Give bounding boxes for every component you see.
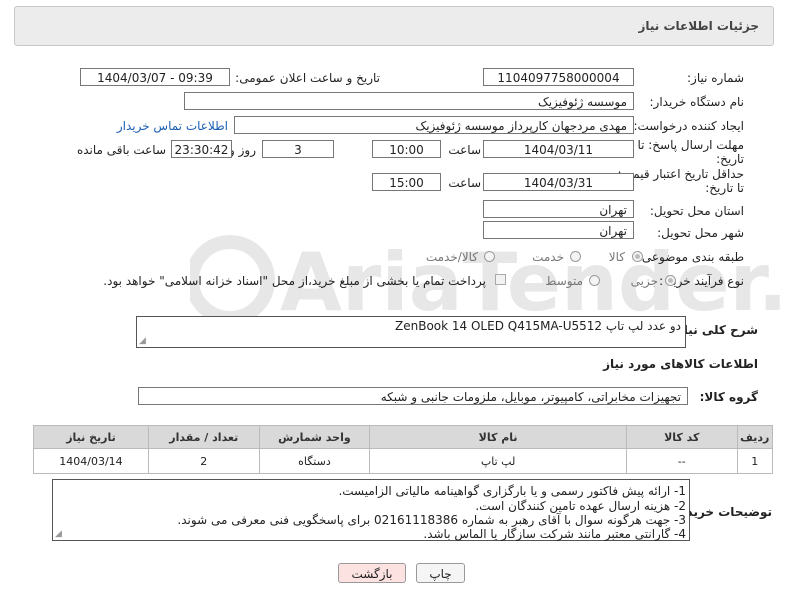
col-qty: تعداد / مقدار bbox=[147, 425, 260, 449]
back-button[interactable]: بازگشت bbox=[338, 563, 406, 583]
province-field: تهران bbox=[483, 200, 634, 218]
col-date: تاریخ نیاز bbox=[33, 425, 149, 449]
cell-row: 1 bbox=[736, 448, 774, 474]
category-radio-both[interactable] bbox=[484, 251, 495, 262]
deadline-label: مهلت ارسال پاسخ: تا bbox=[637, 138, 744, 152]
validity-label: حداقل تاریخ اعتبار قیمت: bbox=[617, 167, 744, 181]
category-radio-goods[interactable] bbox=[632, 251, 643, 262]
category-radio-service[interactable] bbox=[570, 251, 581, 262]
payment-treasury-checkbox[interactable] bbox=[495, 274, 506, 285]
need-number-field: 1104097758000004 bbox=[483, 68, 634, 86]
cell-code: -- bbox=[625, 448, 738, 474]
remaining-time-field: 23:30:42 bbox=[171, 140, 232, 158]
page-title: جزئیات اطلاعات نیاز bbox=[638, 19, 759, 33]
goods-group-field: تجهیزات مخابراتی، کامپیوتر، موبایل، ملزو… bbox=[138, 387, 688, 405]
category-option-service: خدمت bbox=[532, 250, 564, 264]
cell-name: لپ تاپ bbox=[369, 448, 627, 474]
validity-date-field: 1404/03/31 bbox=[483, 173, 634, 191]
category-option-both: کالا/خدمت bbox=[425, 250, 478, 264]
requester-field: مهدی مردجهان کارپرداز موسسه ژئوفیزیک bbox=[234, 116, 634, 134]
province-label: استان محل تحویل: bbox=[649, 204, 744, 218]
cell-unit: دستگاه bbox=[258, 448, 371, 474]
deadline-time-label: ساعت bbox=[448, 143, 481, 157]
validity-label-date: تا تاریخ: bbox=[705, 181, 744, 195]
buyer-note-line-2: 2- هزینه ارسال عهده تامین کنندگان است. bbox=[475, 499, 686, 513]
process-radio-medium[interactable] bbox=[589, 275, 600, 286]
need-number-label: شماره نیاز: bbox=[687, 71, 744, 85]
description-textarea[interactable]: دو عدد لپ تاپ ZenBook 14 OLED Q415MA-U55… bbox=[136, 316, 686, 348]
goods-table-header: ردیف کد کالا نام کالا واحد شمارش تعداد /… bbox=[33, 425, 774, 449]
buyer-note-line-3: 3- جهت هرگونه سوال با آقای رهبر به شماره… bbox=[177, 513, 686, 527]
announce-label: تاریخ و ساعت اعلان عمومی: bbox=[235, 71, 380, 85]
buyer-org-field: موسسه ژئوفیزیک bbox=[184, 92, 634, 110]
remaining-time-label: ساعت باقی مانده bbox=[76, 143, 166, 157]
goods-group-label: گروه کالا: bbox=[699, 390, 758, 404]
deadline-time-field: 10:00 bbox=[372, 140, 441, 158]
resize-grip-icon[interactable]: ◢ bbox=[139, 336, 146, 346]
cell-qty: 2 bbox=[147, 448, 260, 474]
table-row: 1 -- لپ تاپ دستگاه 2 1404/03/14 bbox=[33, 448, 774, 474]
remaining-days-field: 3 bbox=[262, 140, 334, 158]
description-text: دو عدد لپ تاپ ZenBook 14 OLED Q415MA-U55… bbox=[395, 319, 681, 333]
resize-grip-icon[interactable]: ◢ bbox=[55, 529, 62, 539]
category-option-goods: کالا bbox=[608, 250, 625, 264]
process-radio-minor[interactable] bbox=[665, 275, 676, 286]
payment-treasury-note: پرداخت تمام یا بخشی از مبلغ خرید،از محل … bbox=[103, 274, 486, 288]
col-unit: واحد شمارش bbox=[258, 425, 371, 449]
deadline-label-date: تاریخ: bbox=[716, 152, 744, 166]
col-name: نام کالا bbox=[369, 425, 627, 449]
validity-time-field: 15:00 bbox=[372, 173, 441, 191]
announce-datetime-field: 1404/03/07 - 09:39 bbox=[80, 68, 230, 86]
goods-section-title: اطلاعات کالاهای مورد نیاز bbox=[603, 357, 758, 371]
buyer-note-line-4: 4- گارانتی معتبر مانند شرکت سازگار یا ال… bbox=[423, 527, 686, 541]
process-option-minor: جزیی bbox=[630, 274, 658, 288]
header-panel: جزئیات اطلاعات نیاز bbox=[14, 6, 774, 46]
cell-date: 1404/03/14 bbox=[33, 448, 149, 474]
process-option-medium: متوسط bbox=[545, 274, 583, 288]
buyer-note-line-1: 1- ارائه پیش فاکتور رسمی و یا بارگزاری گ… bbox=[338, 484, 686, 498]
goods-table: ردیف کد کالا نام کالا واحد شمارش تعداد /… bbox=[33, 425, 774, 474]
print-button[interactable]: چاپ bbox=[416, 563, 465, 583]
city-field: تهران bbox=[483, 221, 634, 239]
buyer-org-label: نام دستگاه خریدار: bbox=[649, 95, 745, 109]
validity-time-label: ساعت bbox=[448, 176, 481, 190]
days-label: روز و bbox=[229, 143, 256, 157]
buyer-contact-link[interactable]: اطلاعات تماس خریدار bbox=[117, 119, 228, 133]
category-label: طبقه بندی موضوعی: bbox=[637, 250, 744, 264]
deadline-date-field: 1404/03/11 bbox=[483, 140, 634, 158]
city-label: شهر محل تحویل: bbox=[657, 226, 744, 240]
col-code: کد کالا bbox=[625, 425, 738, 449]
col-row: ردیف bbox=[736, 425, 774, 449]
requester-label: ایجاد کننده درخواست: bbox=[633, 119, 744, 133]
